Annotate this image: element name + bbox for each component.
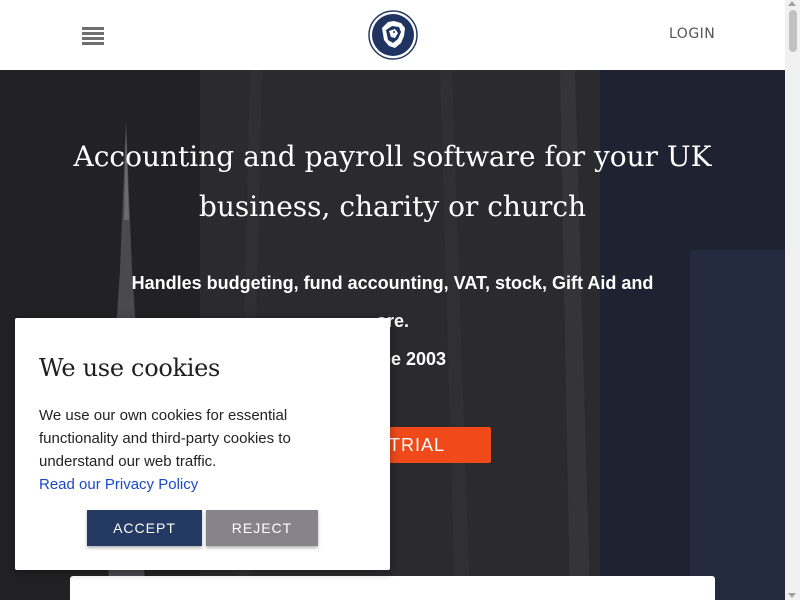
privacy-policy-link[interactable]: Read our Privacy Policy [39,476,198,493]
hero-title: Accounting and payroll software for your… [40,132,745,232]
reject-button[interactable]: REJECT [206,510,318,546]
hamburger-menu-icon[interactable] [82,25,106,47]
cookie-title: We use cookies [39,354,221,382]
cookie-body: We use our own cookies for essential fun… [39,404,369,496]
accept-button[interactable]: ACCEPT [87,510,202,546]
hero-subtitle-line-1: Handles budgeting, fund accounting, VAT,… [131,273,654,293]
hero-title-line-1: Accounting and payroll software for your… [73,140,712,173]
scrollbar-thumb[interactable] [789,10,797,52]
hero-title-line-2: business, charity or church [198,190,587,223]
scroll-up-icon[interactable] [788,1,796,6]
page-scrollbar[interactable] [785,0,800,600]
content-card [70,576,715,600]
site-header: LOGIN [0,0,785,70]
login-link[interactable]: LOGIN [669,26,715,42]
cookie-description: We use our own cookies for essential fun… [39,407,291,470]
scroll-down-icon[interactable] [788,593,796,598]
lion-head-icon[interactable] [368,10,418,60]
cookie-consent-dialog: We use cookies We use our own cookies fo… [15,318,390,570]
